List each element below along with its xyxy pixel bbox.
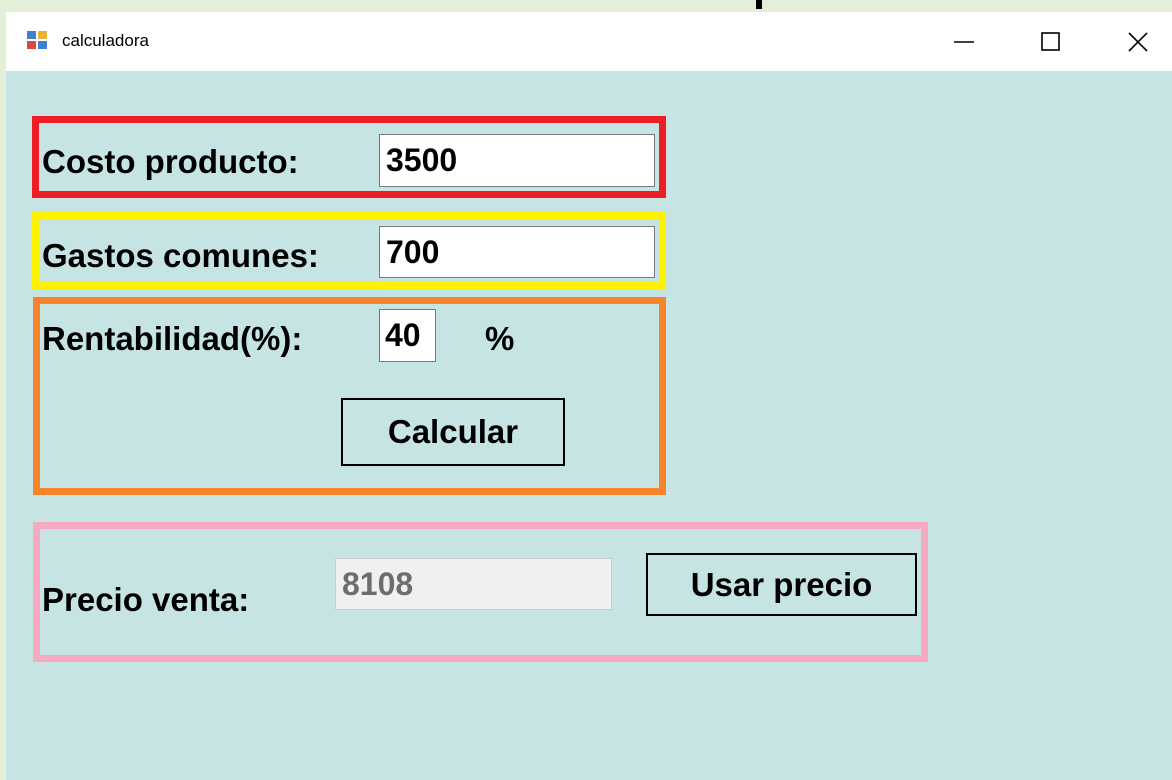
minimize-button[interactable]	[936, 12, 992, 71]
precio-venta-output	[335, 558, 612, 610]
close-button[interactable]	[1110, 12, 1166, 71]
costo-producto-input[interactable]	[379, 134, 655, 187]
gastos-comunes-input[interactable]	[379, 226, 655, 278]
percent-symbol-label: %	[485, 320, 515, 357]
maximize-button[interactable]	[1023, 12, 1079, 71]
precio-venta-label: Precio venta:	[42, 581, 250, 618]
maximize-icon	[1041, 31, 1060, 51]
gastos-comunes-label: Gastos comunes:	[42, 237, 319, 274]
title-bar[interactable]: calculadora	[6, 12, 1172, 71]
background-mark	[756, 0, 762, 9]
usar-precio-button[interactable]: Usar precio	[646, 553, 917, 616]
costo-producto-label: Costo producto:	[42, 143, 299, 180]
rentabilidad-label: Rentabilidad(%):	[42, 320, 303, 357]
calcular-button[interactable]: Calcular	[341, 398, 565, 466]
calculadora-window: calculadora Costo producto: Gastos comun…	[6, 12, 1172, 780]
window-title: calculadora	[62, 31, 149, 50]
close-icon	[1128, 31, 1148, 52]
minimize-icon	[954, 40, 974, 43]
rentabilidad-input[interactable]	[379, 309, 436, 362]
app-window-icon	[26, 30, 48, 50]
